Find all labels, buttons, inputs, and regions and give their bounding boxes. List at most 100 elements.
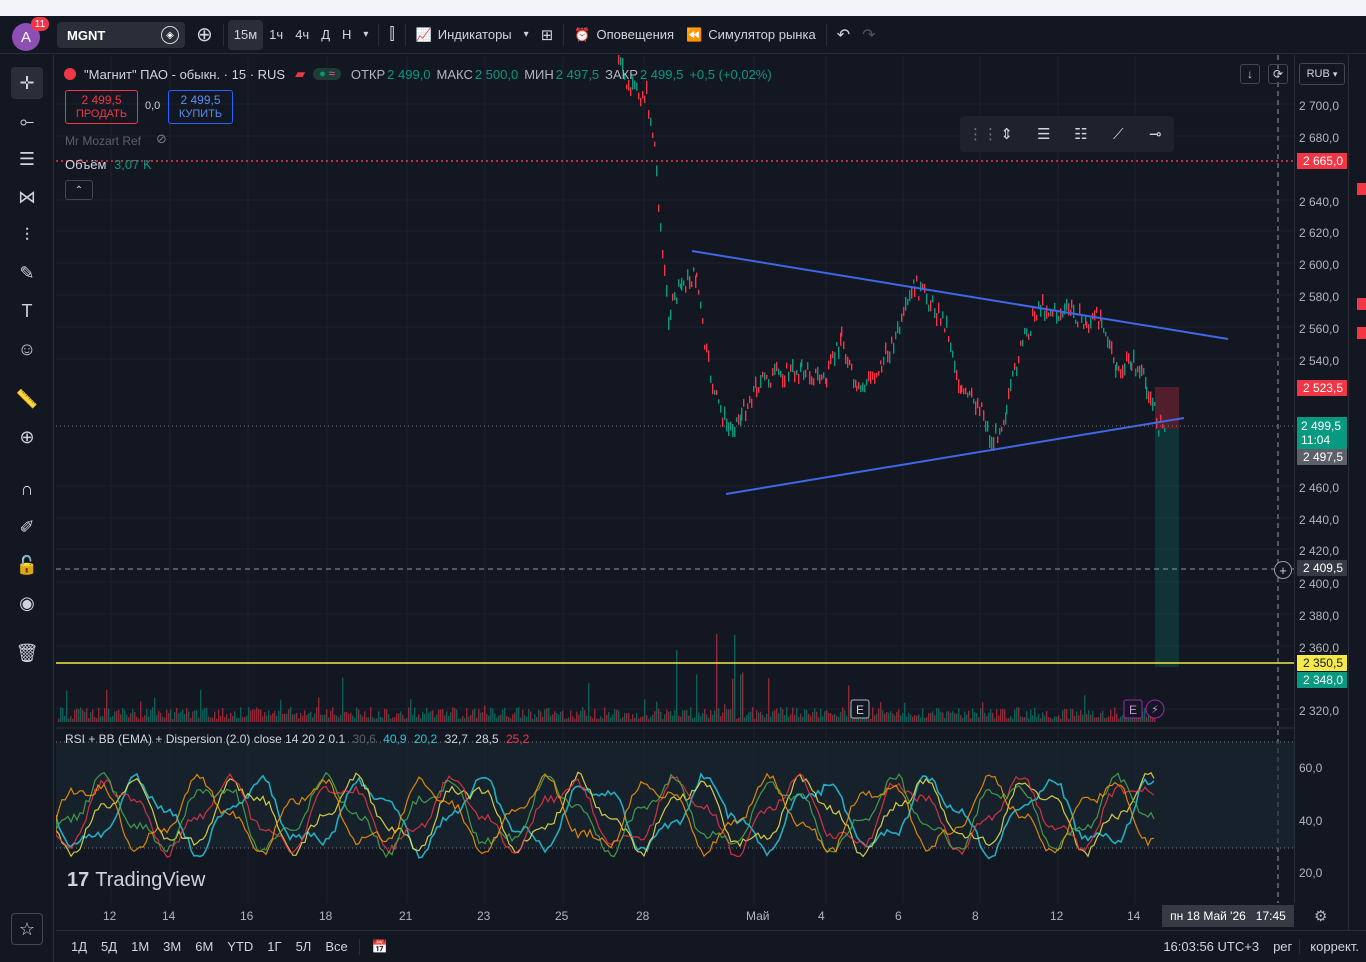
candle [847,356,849,368]
symbol-title[interactable]: "Магнит" ПАО - обыкн. · 15 · RUS [84,67,285,82]
time-scale[interactable]: 12 14 16 18 21 23 25 28 Май 4 6 8 12 14 пн 18 Май '26… [56,903,1294,930]
interval-4h[interactable]: 4ч [289,20,315,50]
brush-icon[interactable]: ✎ [11,257,43,289]
candle [1044,310,1046,321]
script-name-label[interactable]: Mr Mozart Ref [65,134,141,148]
range-6m[interactable]: 6М [188,939,220,954]
buy-button[interactable]: 2 499,5 КУПИТЬ [168,90,233,124]
volume-bar [900,715,902,722]
settings-gear-icon[interactable]: ⚙ [1314,907,1327,925]
price-chart-svg[interactable]: E E ⚡ [56,55,1294,903]
candles-icon[interactable]: ⫿ [383,20,400,50]
lock-icon[interactable]: 🔓 [11,549,43,581]
eye-icon[interactable]: ◉ [11,587,43,619]
candle [683,280,685,286]
replay-button[interactable]: ⏪ Симулятор рынка [680,20,822,50]
volume-bar [528,709,530,722]
lock-drawing-icon[interactable]: ✐ [11,511,43,543]
session-toggle[interactable]: рег [1266,939,1299,954]
horizontal-line-icon[interactable]: ⊸ [1137,125,1174,143]
flag-icon[interactable]: ▰ [295,66,305,82]
candle [803,370,805,380]
candle [938,302,940,314]
interval-day[interactable]: Д [315,20,336,50]
hidden-eye-icon[interactable]: ⊘ [156,131,167,147]
volume-bar [534,714,536,722]
range-1d[interactable]: 1Д [64,939,94,954]
long-position-icon[interactable]: ☰ [1025,125,1062,143]
chart-pane[interactable]: E E ⚡ [56,55,1294,903]
reset-scale-button[interactable]: ⟳ [1268,64,1288,84]
volume-bar [296,712,298,722]
scroll-down-button[interactable]: ↓ [1240,64,1260,84]
date-range-icon[interactable]: 📅 [358,938,395,955]
long-position-profit-zone[interactable] [1155,429,1179,667]
range-1y[interactable]: 1Г [260,939,288,954]
star-icon[interactable]: ☆ [11,913,43,945]
volume-bar [418,714,420,722]
collapse-legend-button[interactable]: ⌃ [65,180,93,200]
volume-bar [358,709,360,722]
volume-bar [268,710,270,722]
symbol-search[interactable]: MGNT ◈ [57,22,185,48]
ruler-icon[interactable]: 📏 [11,383,43,415]
indicators-button[interactable]: 📈 Индикаторы [410,20,518,50]
range-1m[interactable]: 1М [124,939,156,954]
add-symbol-button[interactable]: ⊕ [190,20,219,50]
redo-icon[interactable]: ↷ [856,20,881,50]
trash-icon[interactable]: 🗑 [11,637,43,669]
alerts-button[interactable]: ⏰ Оповещения [568,20,680,50]
interval-1h[interactable]: 1ч [263,20,289,50]
candle [817,366,819,381]
support-trendline[interactable] [725,417,1185,495]
crosshair-icon[interactable]: ✛ [11,67,43,99]
candle [794,371,796,383]
volume-bar [274,710,276,722]
layouts-icon[interactable]: ⊞ [535,20,560,50]
candle [782,374,784,388]
volume-bar [604,707,606,722]
adjust-toggle[interactable]: коррект. [1299,939,1366,954]
fib-icon[interactable]: ☰ [11,143,43,175]
volume-bar [1108,716,1110,722]
chevron-down-icon[interactable]: ▾ [518,20,535,50]
volume-bar [206,707,208,722]
clock-timezone[interactable]: 16:03:56 UTC+3 [1156,939,1266,954]
price-range-icon[interactable]: ⇕ [988,125,1025,143]
undo-icon[interactable]: ↶ [831,20,856,50]
text-icon[interactable]: T [11,295,43,327]
volume-bar [1102,710,1104,722]
magnet-icon[interactable]: ∩ [11,473,43,505]
sell-button[interactable]: 2 499,5 ПРОДАТЬ [65,90,138,124]
range-3m[interactable]: 3М [156,939,188,954]
volume-bar [132,709,134,722]
volume-bar [676,650,678,722]
interval-15m[interactable]: 15м [227,19,264,50]
price-scale[interactable]: RUB ▾ 2 700,0 2 680,0 2 640,0 2 620,0 2 600,0… [1294,55,1348,903]
interval-week[interactable]: Н [336,20,357,50]
volume-bar [382,717,384,722]
range-5y[interactable]: 5Л [289,939,319,954]
symbol-compare-icon[interactable]: ◈ [161,26,179,44]
pattern-icon[interactable]: ⋈ [11,181,43,213]
zoom-icon[interactable]: ⊕ [11,421,43,453]
short-position-icon[interactable]: ☷ [1062,125,1099,143]
prediction-icon[interactable]: ⫶ [11,219,43,251]
line-tool-icon[interactable]: ⟋ [1100,126,1137,143]
volume-bar [100,716,102,722]
chevron-down-icon[interactable]: ▾ [357,20,374,50]
emoji-icon[interactable]: ☺ [11,333,43,365]
add-alert-plus-icon[interactable]: + [1274,561,1292,579]
volume-bar [568,717,570,722]
range-ytd[interactable]: YTD [220,939,260,954]
volume-bar [650,716,652,722]
currency-select[interactable]: RUB ▾ [1299,63,1345,85]
trend-line-icon[interactable]: ⟜ [11,105,43,137]
range-all[interactable]: Все [318,939,354,954]
candle [883,356,885,366]
drag-handle-icon[interactable]: ⋮⋮ [968,125,998,143]
tradingview-logo[interactable]: 17 TradingView [67,869,205,892]
volume-bar [248,707,250,722]
range-5d[interactable]: 5Д [94,939,124,954]
volume-bar [212,717,214,722]
